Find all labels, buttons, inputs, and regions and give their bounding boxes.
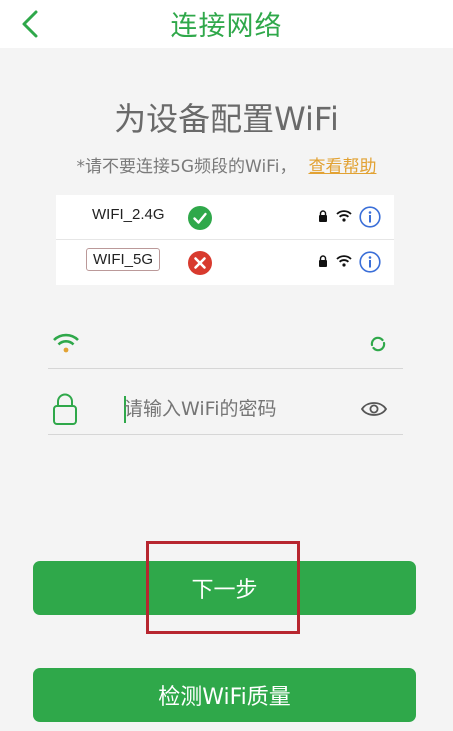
- info-icon[interactable]: [359, 251, 381, 273]
- band-note-text: *请不要连接5G频段的WiFi，: [76, 157, 297, 177]
- wifi-signal-icon: [336, 210, 352, 222]
- check-wifi-quality-button[interactable]: 检测WiFi质量: [33, 668, 416, 722]
- wifi-row-24g: WIFI_2.4G: [56, 195, 394, 240]
- eye-icon[interactable]: [361, 401, 387, 417]
- lock-icon: [319, 255, 327, 267]
- check-icon: [188, 206, 212, 230]
- error-icon: [188, 251, 212, 275]
- refresh-icon[interactable]: [369, 336, 387, 352]
- lock-icon: [319, 210, 327, 222]
- info-icon[interactable]: [359, 206, 381, 228]
- password-field[interactable]: [48, 376, 403, 435]
- wifi-ssid: WIFI_2.4G: [92, 206, 165, 223]
- header-bar: 连接网络: [0, 0, 453, 48]
- lock-icon: [53, 393, 77, 425]
- wifi-signal-icon: [336, 255, 352, 267]
- wifi-ssid-field[interactable]: [48, 310, 403, 369]
- page-title: 连接网络: [170, 11, 283, 42]
- wifi-icon: [53, 333, 79, 353]
- setup-heading: 为设备配置WiFi: [114, 100, 339, 138]
- band-note: *请不要连接5G频段的WiFi， 查看帮助: [0, 152, 453, 177]
- wifi-ssid: WIFI_5G: [86, 248, 161, 271]
- wifi-row-5g: WIFI_5G: [56, 240, 394, 284]
- wifi-example-list: WIFI_2.4G WIFI_5G: [56, 195, 394, 285]
- help-link[interactable]: 查看帮助: [308, 157, 376, 177]
- password-input[interactable]: [124, 398, 344, 420]
- annotation-highlight-box: [146, 541, 300, 634]
